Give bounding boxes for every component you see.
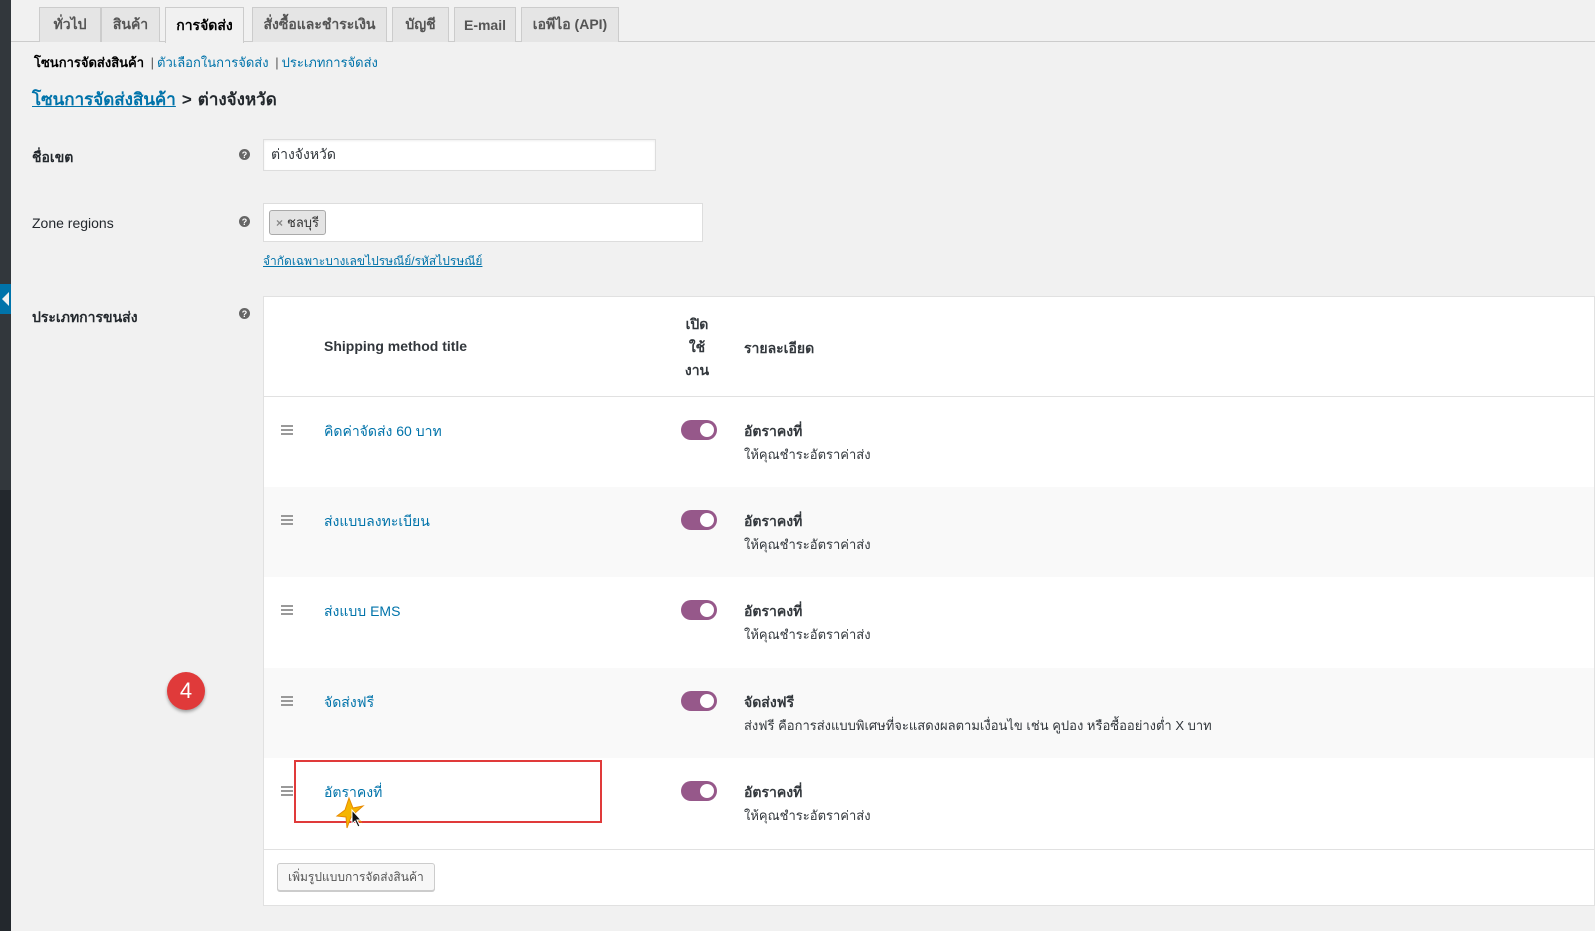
method-enabled-toggle[interactable] [681, 600, 717, 620]
drag-handle-icon[interactable] [281, 786, 293, 798]
table-row: จัดส่งฟรี จัดส่งฟรี ส่งฟรี คือการส่งแบบพ… [264, 668, 1594, 758]
subnav-separator: | [275, 55, 279, 70]
drag-handle-icon[interactable] [281, 425, 293, 437]
subnav-separator: | [150, 55, 155, 70]
zone-regions-label: Zone regions [32, 215, 114, 231]
method-description: ให้คุณชำระอัตราค่าส่ง [744, 627, 871, 642]
table-footer: เพิ่มรูปแบบการจัดส่งสินค้า [264, 849, 1594, 906]
enabled-header-line: ใช้ [688, 339, 706, 355]
region-chip: × ชลบุรี [269, 210, 327, 235]
method-type: อัตราคงที่ [744, 784, 803, 800]
method-description: ให้คุณชำระอัตราค่าส่ง [744, 447, 871, 462]
tab-checkout[interactable]: สั่งซื้อและชำระเงิน [252, 7, 387, 42]
subnav-shipping-options[interactable]: ตัวเลือกในการจัดส่ง [157, 55, 269, 70]
zone-name-label: ชื่อเขต [32, 149, 74, 165]
step-number-badge: 4 [167, 672, 205, 710]
column-description-header: รายละเอียด [744, 340, 815, 356]
method-type: อัตราคงที่ [744, 423, 803, 439]
zone-name-input[interactable] [263, 139, 656, 171]
admin-sidebar-edge [0, 0, 11, 931]
breadcrumb-separator: > [181, 90, 192, 109]
method-description: ให้คุณชำระอัตราค่าส่ง [744, 808, 871, 823]
table-header: Shipping method title เปิด ใช้ งาน รายละ… [264, 297, 1594, 397]
help-icon[interactable]: ? [239, 149, 250, 160]
tab-general[interactable]: ทั่วไป [39, 7, 101, 42]
breadcrumb-current: ต่างจังหวัด [197, 90, 277, 109]
breadcrumb-shipping-zones-link[interactable]: โซนการจัดส่งสินค้า [32, 90, 176, 109]
tab-api[interactable]: เอพีไอ (API) [521, 7, 619, 42]
method-type: อัตราคงที่ [744, 513, 803, 529]
subnav-shipping-classes[interactable]: ประเภทการจัดส่ง [282, 55, 378, 70]
column-title-header: Shipping method title [324, 338, 468, 354]
enabled-header-line: งาน [684, 362, 710, 378]
mouse-cursor-icon [335, 796, 365, 829]
settings-tabs: ทั่วไป สินค้า การจัดส่ง สั่งซื้อและชำระเ… [11, 0, 1595, 43]
breadcrumb: โซนการจัดส่งสินค้า > ต่างจังหวัด [32, 86, 277, 113]
toggle-knob [700, 423, 714, 437]
table-row: ส่งแบบลงทะเบียน อัตราคงที่ ให้คุณชำระอัต… [264, 487, 1594, 577]
method-enabled-toggle[interactable] [681, 691, 717, 711]
tab-shipping[interactable]: การจัดส่ง [165, 7, 244, 43]
remove-region-icon[interactable]: × [276, 216, 283, 230]
method-type: อัตราคงที่ [744, 603, 803, 619]
method-title-link[interactable]: ส่งแบบลงทะเบียน [324, 511, 430, 533]
method-enabled-toggle[interactable] [681, 510, 717, 530]
tab-email[interactable]: E-mail [454, 7, 516, 42]
drag-handle-icon[interactable] [281, 696, 293, 708]
region-chip-label: ชลบุรี [287, 215, 320, 230]
table-row: ส่งแบบ EMS อัตราคงที่ ให้คุณชำระอัตราค่า… [264, 577, 1594, 667]
toggle-knob [700, 513, 714, 527]
drag-handle-icon[interactable] [281, 515, 293, 527]
tab-accounts[interactable]: บัญชี [392, 7, 449, 42]
admin-menu-current-marker [0, 284, 11, 314]
zone-regions-select[interactable]: × ชลบุรี [263, 203, 703, 242]
help-icon[interactable]: ? [239, 308, 250, 319]
shipping-subnav: โซนการจัดส่งสินค้า | ตัวเลือกในการจัดส่ง … [34, 52, 378, 73]
column-enabled-header: เปิด ใช้ งาน [672, 313, 722, 382]
method-enabled-toggle[interactable] [681, 781, 717, 801]
limit-postcodes-link[interactable]: จำกัดเฉพาะบางเลขไปรษณีย์/รหัสไปรษณีย์ [263, 252, 482, 271]
method-description: ให้คุณชำระอัตราค่าส่ง [744, 537, 871, 552]
method-enabled-toggle[interactable] [681, 420, 717, 440]
help-icon[interactable]: ? [239, 216, 250, 227]
toggle-knob [700, 784, 714, 798]
method-title-link[interactable]: จัดส่งฟรี [324, 692, 374, 714]
method-title-link[interactable]: คิดค่าจัดส่ง 60 บาท [324, 421, 442, 443]
admin-menu-upper [0, 0, 11, 490]
subnav-shipping-zones[interactable]: โซนการจัดส่งสินค้า [34, 55, 144, 70]
table-row: คิดค่าจัดส่ง 60 บาท อัตราคงที่ ให้คุณชำร… [264, 397, 1594, 487]
toggle-knob [700, 603, 714, 617]
method-type: จัดส่งฟรี [744, 694, 795, 710]
shipping-methods-label: ประเภทการขนส่ง [32, 309, 138, 325]
add-shipping-method-button[interactable]: เพิ่มรูปแบบการจัดส่งสินค้า [277, 863, 435, 891]
method-title-link[interactable]: ส่งแบบ EMS [324, 601, 400, 623]
drag-handle-icon[interactable] [281, 605, 293, 617]
tab-products[interactable]: สินค้า [101, 7, 160, 42]
toggle-knob [700, 694, 714, 708]
method-description: ส่งฟรี คือการส่งแบบพิเศษที่จะแสดงผลตามเง… [744, 718, 1212, 733]
enabled-header-line: เปิด [685, 316, 709, 332]
